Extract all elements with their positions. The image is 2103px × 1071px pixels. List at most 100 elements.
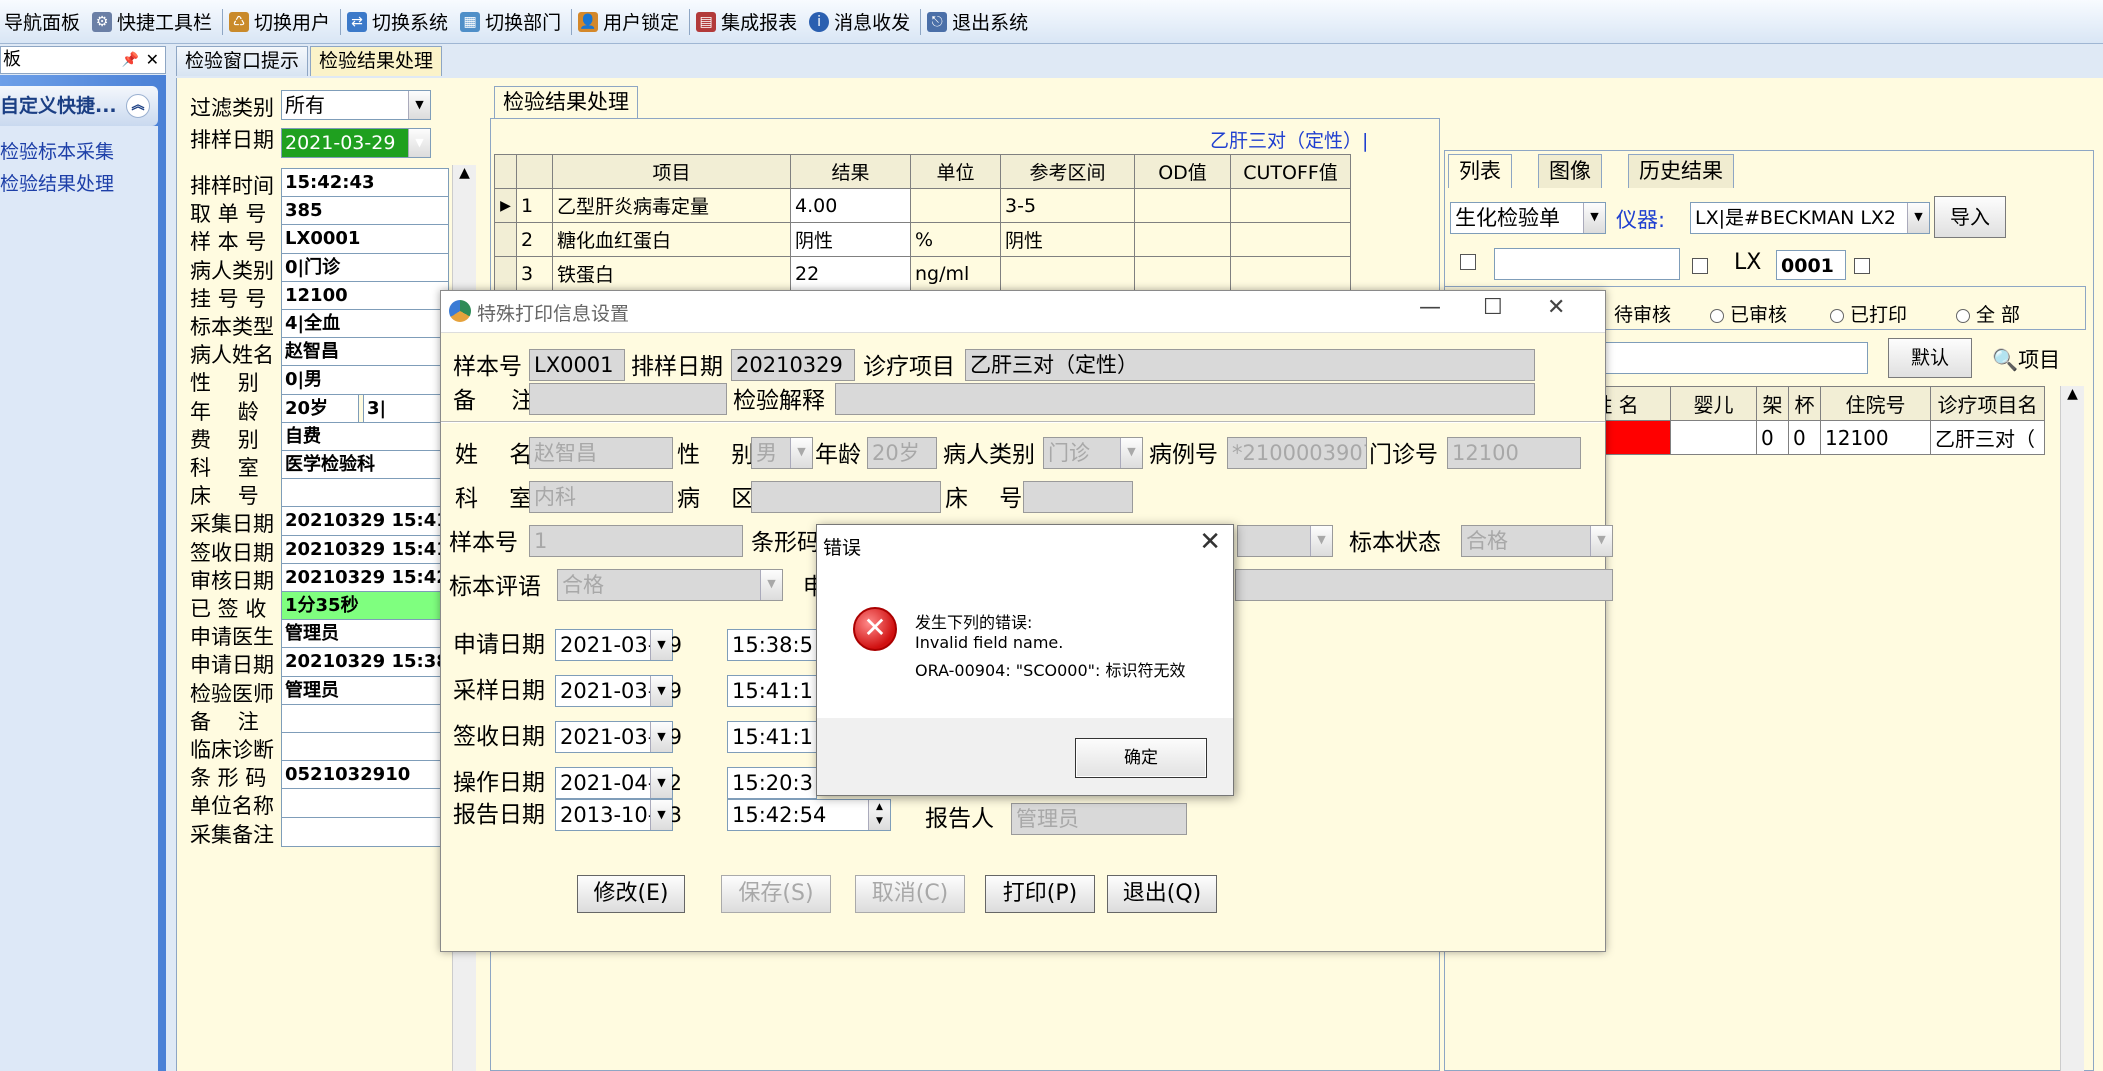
date-picker[interactable]: 2021-03-29 ▼ bbox=[555, 629, 682, 661]
name-field[interactable]: 赵智昌 bbox=[529, 437, 673, 469]
import-button[interactable]: 导入 bbox=[1934, 196, 2006, 238]
sort-date-picker[interactable]: 2021-03-29 ▼ bbox=[281, 128, 431, 158]
table-row[interactable]: ▶ 1 乙型肝炎病毒定量 4.00 3-5 bbox=[494, 188, 1351, 223]
toolbar-message-button[interactable]: i 消息收发 bbox=[805, 0, 918, 44]
row-range[interactable] bbox=[1000, 256, 1135, 291]
tab-result-processing[interactable]: 检验结果处理 bbox=[310, 46, 443, 76]
col-baby[interactable]: 婴儿 bbox=[1670, 386, 1757, 421]
nav-item-result-processing[interactable]: 检验结果处理 bbox=[0, 168, 158, 200]
time-field[interactable]: 15:41:1 bbox=[727, 721, 817, 753]
lx-number-input[interactable]: 0001 bbox=[1776, 250, 1846, 280]
form-field-value[interactable]: LX0001 bbox=[281, 224, 449, 254]
row-item[interactable]: 铁蛋白 bbox=[552, 256, 791, 291]
ok-button[interactable]: 确定 bbox=[1075, 738, 1207, 778]
list-scrollbar[interactable]: ▲ bbox=[2060, 386, 2084, 1071]
instrument-select[interactable]: LX|是#BECKMAN LX2 ▼ bbox=[1690, 202, 1930, 234]
chevron-down-icon[interactable]: ▼ bbox=[650, 768, 672, 798]
chevron-down-icon[interactable]: ▼ bbox=[1907, 203, 1929, 233]
row-item[interactable]: 乙肝三对（ bbox=[1930, 420, 2045, 455]
form-field-value[interactable]: 20岁 bbox=[281, 394, 359, 424]
form-field-value[interactable] bbox=[281, 732, 449, 762]
outpatient-no-field[interactable]: 12100 bbox=[1447, 437, 1581, 469]
scroll-up-icon[interactable]: ▲ bbox=[2061, 386, 2084, 402]
col-range[interactable]: 参考区间 bbox=[1000, 154, 1135, 189]
radio-printed[interactable]: 已打印 bbox=[1830, 300, 1907, 327]
ward-field[interactable] bbox=[751, 481, 941, 513]
filter-checkbox-3[interactable] bbox=[1854, 258, 1870, 274]
filter-select[interactable]: 所有 ▼ bbox=[281, 90, 431, 120]
patient-type-select[interactable]: 门诊 ▼ bbox=[1043, 437, 1143, 469]
sample-no-2-field[interactable]: 1 bbox=[529, 525, 743, 557]
form-field-value[interactable]: 管理员 bbox=[281, 676, 449, 706]
scroll-up-icon[interactable]: ▲ bbox=[453, 165, 476, 181]
dept-field[interactable]: 内科 bbox=[529, 481, 673, 513]
cancel-button[interactable]: 取消(C) bbox=[855, 875, 965, 913]
col-od[interactable]: OD值 bbox=[1134, 154, 1231, 189]
form-field-value[interactable]: 20210329 15:41: bbox=[281, 535, 449, 565]
spinner-icon[interactable]: ▲ ▼ bbox=[868, 800, 890, 830]
form-field-value[interactable]: 15:42:43 bbox=[281, 168, 449, 198]
tab-list[interactable]: 列表 bbox=[1448, 154, 1512, 188]
explain-field[interactable] bbox=[835, 383, 1535, 415]
row-result[interactable]: 阴性 bbox=[790, 222, 911, 257]
form-field-value[interactable]: 1分35秒 bbox=[281, 591, 449, 621]
toolbar-report-button[interactable]: ▤ 集成报表 bbox=[692, 0, 805, 44]
default-button[interactable]: 默认 bbox=[1888, 338, 1972, 378]
col-cup[interactable]: 杯 bbox=[1788, 386, 1821, 421]
modify-button[interactable]: 修改(E) bbox=[577, 875, 685, 913]
row-item[interactable]: 乙型肝炎病毒定量 bbox=[552, 188, 791, 223]
radio-all[interactable]: 全 部 bbox=[1956, 300, 2020, 327]
save-button[interactable]: 保存(S) bbox=[721, 875, 831, 913]
bed-field[interactable] bbox=[1023, 481, 1133, 513]
filter-checkbox-2[interactable] bbox=[1692, 258, 1708, 274]
row-cutoff[interactable] bbox=[1230, 222, 1351, 257]
form-field-value[interactable] bbox=[281, 788, 449, 818]
chevron-up-icon[interactable]: ︽ bbox=[126, 94, 150, 118]
row-cup[interactable]: 0 bbox=[1788, 420, 1821, 455]
chevron-down-icon[interactable]: ▼ bbox=[650, 630, 672, 660]
chevron-down-icon[interactable]: ▼ bbox=[1120, 438, 1142, 468]
chevron-down-icon[interactable]: ▼ bbox=[790, 438, 812, 468]
row-baby[interactable] bbox=[1670, 420, 1757, 455]
row-inpatient[interactable]: 12100 bbox=[1820, 420, 1931, 455]
filter-input[interactable] bbox=[1494, 248, 1680, 280]
reporter-field[interactable]: 管理员 bbox=[1011, 803, 1187, 835]
form-field-value[interactable] bbox=[281, 817, 449, 847]
tab-image[interactable]: 图像 bbox=[1538, 154, 1602, 188]
form-field-value[interactable]: 自费 bbox=[281, 422, 449, 452]
sheet-type-select[interactable]: 生化检验单 ▼ bbox=[1450, 202, 1606, 234]
nav-group-custom-shortcuts[interactable]: 自定义快捷... ︽ bbox=[0, 86, 158, 126]
close-icon[interactable]: ✕ bbox=[146, 47, 159, 73]
table-row[interactable]: 智昌 0 0 12100 乙肝三对（ bbox=[1560, 420, 2045, 455]
tab-result-processing-inner[interactable]: 检验结果处理 bbox=[494, 86, 638, 118]
chevron-down-icon[interactable]: ▼ bbox=[1310, 526, 1332, 556]
sample-status-select[interactable]: 合格 ▼ bbox=[1461, 525, 1613, 557]
toolbar-user-lock-button[interactable]: 👤 用户锁定 bbox=[574, 0, 687, 44]
case-no-field[interactable]: *2100003907 bbox=[1227, 437, 1367, 469]
sample-eval-select[interactable]: 合格 ▼ bbox=[557, 569, 783, 601]
nav-item-sample-collection[interactable]: 检验标本采集 bbox=[0, 136, 158, 168]
col-unit[interactable]: 单位 bbox=[910, 154, 1001, 189]
form-field-value[interactable]: 0521032910 bbox=[281, 760, 449, 790]
row-unit[interactable] bbox=[910, 188, 1001, 223]
form-field-value[interactable]: 385 bbox=[281, 196, 449, 226]
maximize-icon[interactable]: ☐ bbox=[1483, 295, 1503, 320]
time-field[interactable]: 15:38:5 bbox=[727, 629, 817, 661]
col-rack[interactable]: 架 bbox=[1756, 386, 1789, 421]
col-item[interactable]: 诊疗项目名 bbox=[1930, 386, 2045, 421]
exit-button[interactable]: 退出(Q) bbox=[1107, 875, 1217, 913]
chevron-down-icon[interactable]: ▼ bbox=[650, 676, 672, 706]
close-icon[interactable]: ✕ bbox=[1199, 527, 1221, 557]
tab-history[interactable]: 历史结果 bbox=[1628, 154, 1734, 188]
row-cutoff[interactable] bbox=[1230, 256, 1351, 291]
form-field-value[interactable]: 20210329 15:41: bbox=[281, 506, 449, 536]
dialog-titlebar[interactable]: 特殊打印信息设置 — ☐ ✕ bbox=[441, 291, 1605, 333]
chevron-down-icon[interactable]: ▼ bbox=[408, 91, 430, 119]
form-field-value[interactable]: 赵智昌 bbox=[281, 337, 449, 367]
chevron-down-icon[interactable]: ▼ bbox=[760, 570, 782, 600]
radio-approved[interactable]: 已审核 bbox=[1710, 300, 1787, 327]
row-od[interactable] bbox=[1134, 188, 1231, 223]
row-cutoff[interactable] bbox=[1230, 188, 1351, 223]
table-row[interactable]: 2 糖化血红蛋白 阴性 % 阴性 bbox=[494, 222, 1351, 257]
tab-window-tips[interactable]: 检验窗口提示 bbox=[176, 46, 309, 76]
